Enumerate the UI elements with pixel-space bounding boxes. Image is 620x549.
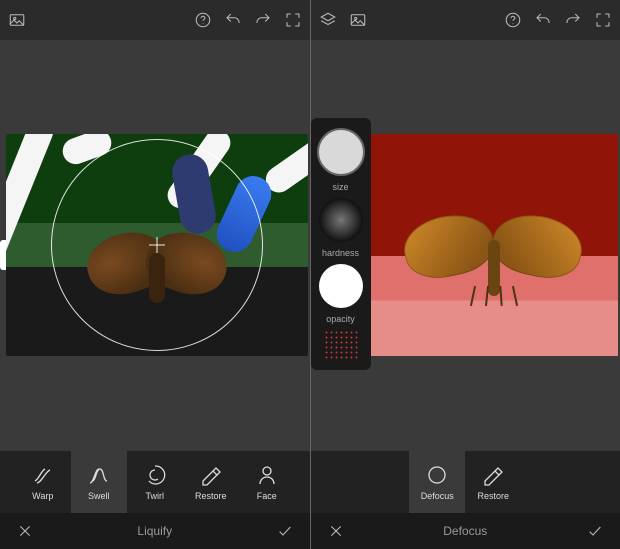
tool-label: Face (257, 491, 277, 501)
tool-label: Restore (195, 491, 227, 501)
redo-icon[interactable] (254, 11, 272, 29)
brush-size-control[interactable] (317, 128, 365, 176)
undo-icon[interactable] (534, 11, 552, 29)
brush-hardness-label: hardness (322, 248, 359, 258)
tool-restore[interactable]: Restore (183, 451, 239, 513)
footer: Liquify (0, 513, 310, 549)
defocus-toolstrip: Defocus Restore (311, 451, 620, 513)
mode-title: Liquify (34, 524, 276, 538)
cancel-button[interactable] (16, 522, 34, 540)
confirm-button[interactable] (276, 522, 294, 540)
defocus-pane: size hardness opacity Defocus Restore De… (311, 0, 620, 549)
topbar (0, 0, 310, 40)
mode-title: Defocus (345, 524, 587, 538)
liquify-pane: Warp Swell Twirl Restore Face Liquify (0, 0, 311, 549)
tool-label: Warp (32, 491, 53, 501)
tool-label: Defocus (421, 491, 454, 501)
topbar (311, 0, 620, 40)
image-icon[interactable] (349, 11, 367, 29)
brush-opacity-control[interactable] (319, 264, 363, 308)
layers-icon[interactable] (319, 11, 337, 29)
tool-face[interactable]: Face (239, 451, 295, 513)
photo-preview[interactable] (371, 134, 619, 356)
redo-icon[interactable] (564, 11, 582, 29)
tool-swell[interactable]: Swell (71, 451, 127, 513)
brush-hardness-control[interactable] (319, 198, 363, 242)
brush-size-label: size (332, 182, 348, 192)
fullscreen-icon[interactable] (594, 11, 612, 29)
tool-defocus[interactable]: Defocus (409, 451, 465, 513)
cancel-button[interactable] (327, 522, 345, 540)
tool-label: Restore (477, 491, 509, 501)
fullscreen-icon[interactable] (284, 11, 302, 29)
footer: Defocus (311, 513, 620, 549)
tool-warp[interactable]: Warp (15, 451, 71, 513)
tool-twirl[interactable]: Twirl (127, 451, 183, 513)
defocus-canvas[interactable]: size hardness opacity (311, 40, 620, 451)
help-icon[interactable] (194, 11, 212, 29)
brush-opacity-label: opacity (326, 314, 355, 324)
photo-preview[interactable] (6, 134, 308, 356)
brush-settings-panel: size hardness opacity (311, 118, 371, 370)
liquify-canvas[interactable] (0, 40, 310, 451)
tool-label: Swell (88, 491, 110, 501)
confirm-button[interactable] (586, 522, 604, 540)
mask-grid-toggle[interactable] (324, 330, 358, 360)
tool-restore[interactable]: Restore (465, 451, 521, 513)
image-icon[interactable] (8, 11, 26, 29)
liquify-toolstrip: Warp Swell Twirl Restore Face (0, 451, 310, 513)
app-split-view: Warp Swell Twirl Restore Face Liquify (0, 0, 620, 549)
help-icon[interactable] (504, 11, 522, 29)
undo-icon[interactable] (224, 11, 242, 29)
tool-label: Twirl (146, 491, 165, 501)
